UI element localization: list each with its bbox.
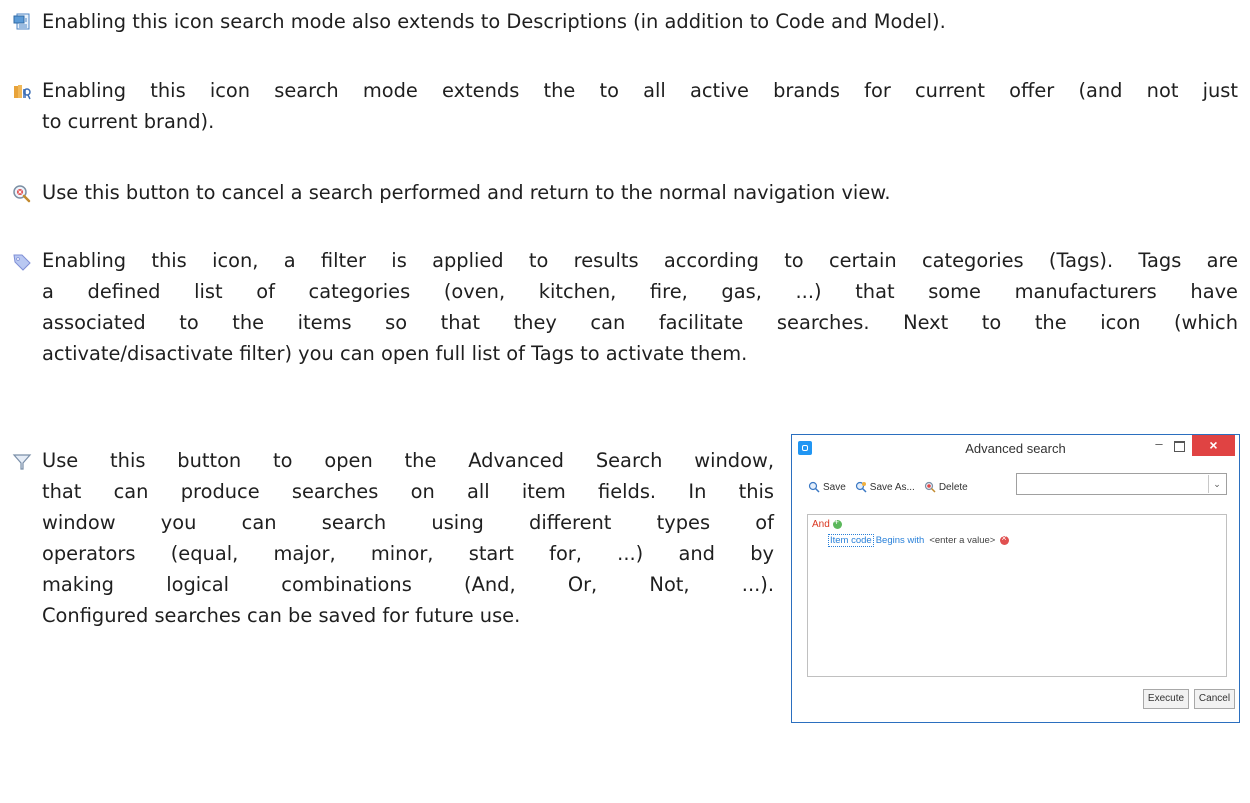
close-button[interactable]: × (1192, 435, 1235, 456)
paragraph-line: Enabling this icon, a filter is applied … (42, 249, 1238, 272)
all-brands-search-icon (12, 82, 32, 102)
chevron-down-icon[interactable]: ⌄ (1208, 475, 1225, 493)
condition-field[interactable]: Item code (828, 534, 874, 547)
paragraph-line: activate/disactivate filter) you can ope… (42, 342, 748, 365)
add-condition-icon[interactable] (832, 517, 842, 529)
save-label: Save (823, 481, 846, 493)
tag-filter-icon (12, 252, 32, 272)
query-condition: Item code Begins with <enter a value> (828, 533, 1010, 547)
paragraph-line: that can produce searches on all item fi… (42, 480, 774, 503)
root-operator[interactable]: And (812, 517, 842, 530)
save-as-search-icon (855, 481, 867, 493)
save-button[interactable]: Save (808, 481, 846, 493)
paragraph-line: Use this button to cancel a search perfo… (42, 181, 891, 204)
remove-condition-icon[interactable] (1000, 533, 1010, 545)
paragraph-line: Use this button to open the Advanced Sea… (42, 449, 774, 472)
paragraph-cancel-search: Use this button to cancel a search perfo… (42, 177, 1238, 208)
description-search-icon (12, 12, 32, 32)
paragraph-line: associated to the items so that they can… (42, 311, 1238, 334)
delete-button[interactable]: Delete (924, 481, 968, 493)
paragraph-line: Configured searches can be saved for fut… (42, 604, 521, 627)
advanced-search-window: Advanced search – × Save Save As... Dele… (791, 434, 1240, 723)
paragraph-line: to current brand). (42, 110, 215, 133)
minimize-button[interactable]: – (1149, 437, 1169, 455)
saved-searches-dropdown[interactable]: ⌄ (1016, 473, 1227, 495)
cancel-button[interactable]: Cancel (1194, 689, 1235, 709)
toolbar: Save Save As... Delete (808, 477, 977, 497)
save-as-button[interactable]: Save As... (855, 481, 915, 493)
condition-value[interactable]: <enter a value> (929, 535, 995, 546)
window-title-bar: Advanced search – × (792, 435, 1239, 463)
paragraph-all-brands-search: Enabling this icon search mode extends t… (42, 75, 1238, 137)
paragraph-line: a defined list of categories (oven, kitc… (42, 280, 1238, 303)
paragraph-description-search: Enabling this icon search mode also exte… (42, 6, 1238, 37)
paragraph-line: making logical combinations (And, Or, No… (42, 573, 774, 596)
paragraph-line: Enabling this icon search mode extends t… (42, 79, 1238, 102)
delete-search-icon (924, 481, 936, 493)
save-search-icon (808, 481, 820, 493)
advanced-search-filter-icon (12, 452, 32, 472)
root-operator-label: And (812, 519, 830, 530)
query-editor: And Item code Begins with <enter a value… (807, 514, 1227, 677)
condition-operator[interactable]: Begins with (876, 535, 925, 546)
paragraph-line: window you can search using different ty… (42, 511, 774, 534)
save-as-label: Save As... (869, 481, 915, 493)
paragraph-tag-filter: Enabling this icon, a filter is applied … (42, 245, 1238, 369)
cancel-search-icon (12, 184, 32, 204)
delete-label: Delete (938, 481, 968, 493)
maximize-button[interactable] (1170, 439, 1188, 455)
paragraph-line: operators (equal, major, minor, start fo… (42, 542, 774, 565)
paragraph-advanced-search: Use this button to open the Advanced Sea… (42, 445, 774, 631)
paragraph-line: Enabling this icon search mode also exte… (42, 10, 946, 33)
execute-button[interactable]: Execute (1143, 689, 1189, 709)
